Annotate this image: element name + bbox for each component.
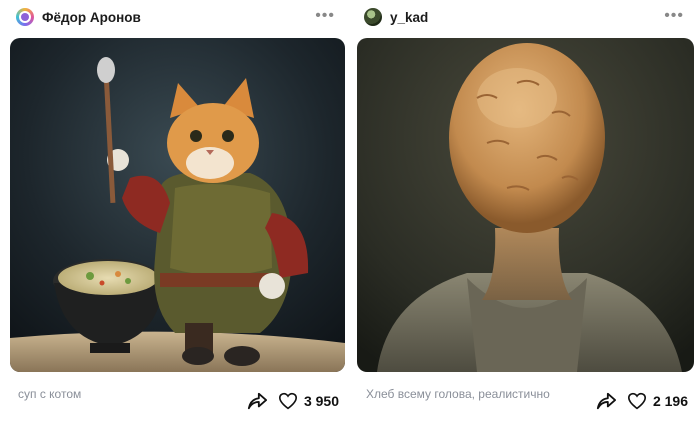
share-arrow-icon[interactable] xyxy=(595,391,617,411)
post-caption: суп с котом xyxy=(18,387,82,401)
author-name[interactable]: Фёдор Аронов xyxy=(42,10,141,25)
heart-icon[interactable] xyxy=(278,392,298,410)
author-name[interactable]: y_kad xyxy=(390,10,428,25)
more-dots-icon[interactable]: ••• xyxy=(664,8,684,24)
avatar[interactable] xyxy=(16,8,34,26)
heart-icon[interactable] xyxy=(627,392,647,410)
post-image[interactable] xyxy=(10,38,345,372)
bread-head-image xyxy=(357,38,694,372)
post-caption: Хлеб всему голова, реалистично xyxy=(366,387,550,401)
like-count: 2 196 xyxy=(652,393,688,409)
cat-cooking-soup-image xyxy=(10,38,345,372)
post-image[interactable] xyxy=(357,38,694,372)
like-count: 3 950 xyxy=(303,393,339,409)
feed: Фёдор Аронов ••• суп с котом 3 950 y_kad… xyxy=(0,0,700,425)
avatar[interactable] xyxy=(364,8,382,26)
post-card: y_kad ••• Хлеб всему голова, реалистично… xyxy=(357,0,694,425)
post-card: Фёдор Аронов ••• суп с котом 3 950 xyxy=(10,0,345,425)
post-header: y_kad ••• xyxy=(357,6,694,28)
post-header: Фёдор Аронов ••• xyxy=(10,6,345,28)
more-dots-icon[interactable]: ••• xyxy=(315,8,335,24)
post-actions: 3 950 xyxy=(246,391,339,411)
post-actions: 2 196 xyxy=(595,391,688,411)
share-arrow-icon[interactable] xyxy=(246,391,268,411)
